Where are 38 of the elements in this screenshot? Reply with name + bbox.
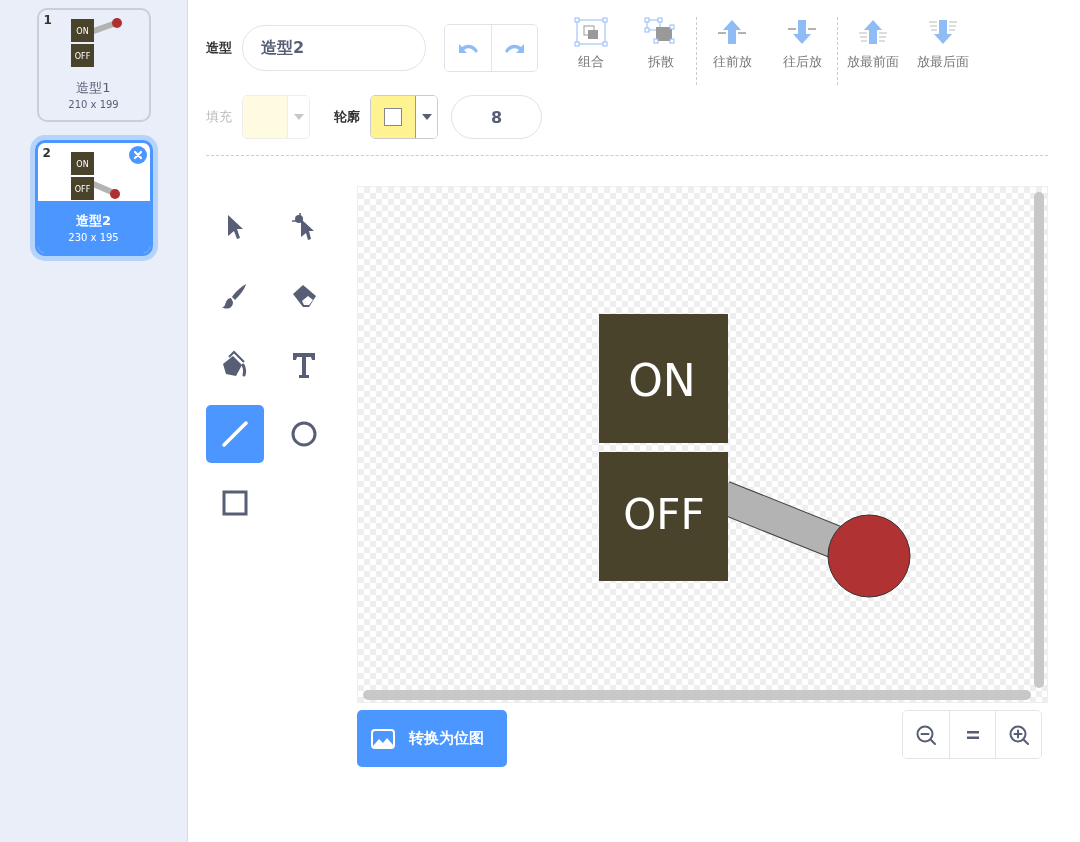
costume-tile[interactable]: 1 ON OFF 造型1 210 x 199 — [36, 8, 151, 122]
circle-icon — [289, 419, 319, 449]
costume-size: 230 x 195 — [68, 231, 119, 243]
ungroup-icon — [644, 17, 678, 47]
fill-color-picker[interactable] — [242, 95, 310, 139]
vertical-scrollbar[interactable] — [1034, 192, 1044, 688]
square-icon — [220, 488, 250, 518]
switch-thumbnail-drawing: ON OFF — [60, 151, 127, 201]
costume-label: 造型 — [206, 39, 232, 57]
line-icon — [220, 419, 250, 449]
switch-drawing: ON OFF — [599, 314, 911, 598]
drawing-canvas[interactable]: ON OFF — [357, 186, 1048, 703]
arrange-button[interactable]: 往后放 — [767, 17, 837, 71]
arrange-button[interactable]: 拆散 — [626, 17, 696, 71]
arrange-button[interactable]: 组合 — [556, 17, 626, 71]
fill-label: 填充 — [206, 108, 232, 126]
delete-icon[interactable] — [128, 146, 147, 164]
arrange-button[interactable]: 放最前面 — [838, 17, 908, 71]
arrange-button[interactable]: 放最后面 — [908, 17, 978, 71]
costume-number: 2 — [42, 146, 51, 160]
image-icon — [371, 728, 395, 749]
caret-icon — [421, 114, 432, 120]
group-icon — [574, 17, 608, 47]
horizontal-scrollbar[interactable] — [363, 690, 1031, 700]
convert-to-bitmap-button[interactable]: 转换为位图 — [357, 710, 507, 767]
costume-name: 造型2 — [75, 211, 111, 230]
costume-name: 造型1 — [76, 78, 111, 97]
switch-thumbnail-drawing: ON OFF — [60, 18, 127, 68]
arrange-button[interactable]: 往前放 — [697, 17, 767, 71]
outline-label: 轮廓 — [334, 108, 360, 126]
caret-icon — [293, 114, 304, 120]
costume-name-field[interactable]: 造型2 — [242, 25, 426, 71]
outline-width-field[interactable]: 8 — [451, 95, 542, 139]
zoom-in-icon[interactable] — [995, 711, 1041, 758]
outline-color-picker[interactable] — [370, 95, 438, 139]
tool-button[interactable] — [206, 405, 264, 463]
costume-size: 210 x 199 — [68, 98, 119, 110]
costume-number: 1 — [43, 13, 52, 27]
